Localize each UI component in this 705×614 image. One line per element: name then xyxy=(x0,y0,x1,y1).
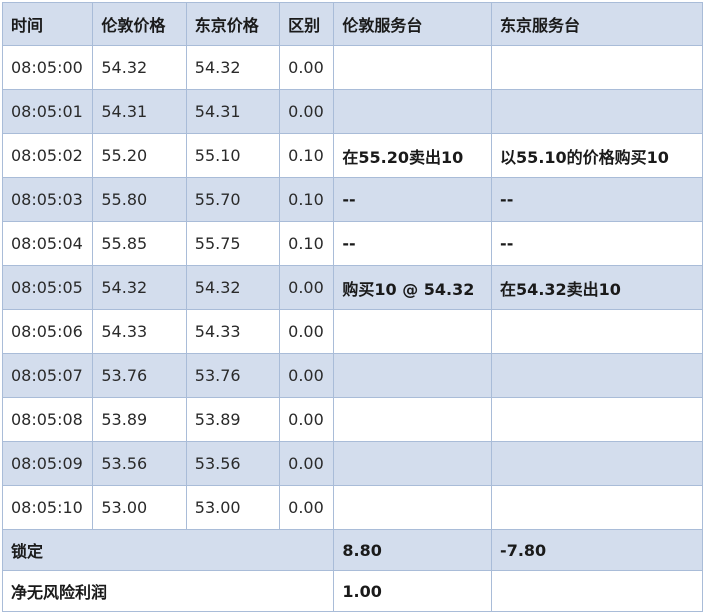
cell-difference: 0.10 xyxy=(279,177,335,222)
table-body: 08:05:00 54.32 54.32 0.00 08:05:01 54.31… xyxy=(1,45,703,612)
table-row: 08:05:01 54.31 54.31 0.00 xyxy=(1,89,703,134)
cell-london-desk: 在55.20卖出10 xyxy=(333,133,493,178)
cell-tokyo-desk xyxy=(491,89,703,134)
table-row: 08:05:09 53.56 53.56 0.00 xyxy=(1,441,703,486)
cell-difference: 0.00 xyxy=(279,485,335,530)
cell-london-price: 53.76 xyxy=(92,353,187,398)
cell-london-price: 55.85 xyxy=(92,221,187,266)
cell-difference: 0.00 xyxy=(279,353,335,398)
cell-tokyo-price: 55.75 xyxy=(185,221,281,266)
cell-london-desk: 购买10 @ 54.32 xyxy=(333,265,493,310)
cell-difference: 0.00 xyxy=(279,265,335,310)
table-header: 时间 伦敦价格 东京价格 区别 伦敦服务台 东京服务台 xyxy=(1,2,703,46)
cell-tokyo-desk: -- xyxy=(491,221,703,266)
cell-time: 08:05:07 xyxy=(1,353,94,398)
header-row: 时间 伦敦价格 东京价格 区别 伦敦服务台 东京服务台 xyxy=(1,2,703,46)
cell-tokyo-price: 53.76 xyxy=(185,353,281,398)
cell-tokyo-price: 54.31 xyxy=(185,89,281,134)
cell-tokyo-price: 53.00 xyxy=(185,485,281,530)
cell-london-desk xyxy=(333,309,493,354)
header-time: 时间 xyxy=(1,2,94,46)
profit-label: 净无风险利润 xyxy=(1,570,335,612)
locked-label: 锁定 xyxy=(1,529,335,571)
cell-tokyo-desk: -- xyxy=(491,177,703,222)
cell-time: 08:05:02 xyxy=(1,133,94,178)
cell-time: 08:05:05 xyxy=(1,265,94,310)
cell-tokyo-price: 54.32 xyxy=(185,265,281,310)
cell-difference: 0.00 xyxy=(279,441,335,486)
cell-tokyo-price: 54.32 xyxy=(185,45,281,90)
cell-time: 08:05:03 xyxy=(1,177,94,222)
cell-time: 08:05:01 xyxy=(1,89,94,134)
cell-london-price: 54.33 xyxy=(92,309,187,354)
cell-london-price: 53.56 xyxy=(92,441,187,486)
cell-london-price: 55.80 xyxy=(92,177,187,222)
cell-tokyo-desk xyxy=(491,441,703,486)
cell-tokyo-price: 54.33 xyxy=(185,309,281,354)
cell-time: 08:05:06 xyxy=(1,309,94,354)
table-row: 08:05:02 55.20 55.10 0.10 在55.20卖出10 以55… xyxy=(1,133,703,178)
table-row: 08:05:03 55.80 55.70 0.10 -- -- xyxy=(1,177,703,222)
cell-difference: 0.00 xyxy=(279,397,335,442)
table-row: 08:05:10 53.00 53.00 0.00 xyxy=(1,485,703,530)
cell-london-desk xyxy=(333,441,493,486)
cell-difference: 0.10 xyxy=(279,221,335,266)
cell-time: 08:05:08 xyxy=(1,397,94,442)
table-row: 08:05:08 53.89 53.89 0.00 xyxy=(1,397,703,442)
header-london-desk: 伦敦服务台 xyxy=(333,2,493,46)
header-tokyo-price: 东京价格 xyxy=(185,2,281,46)
locked-london-value: 8.80 xyxy=(333,529,493,571)
cell-tokyo-desk: 以55.10的价格购买10 xyxy=(491,133,703,178)
cell-tokyo-price: 53.89 xyxy=(185,397,281,442)
cell-difference: 0.10 xyxy=(279,133,335,178)
cell-time: 08:05:09 xyxy=(1,441,94,486)
cell-london-desk xyxy=(333,485,493,530)
table-row: 08:05:06 54.33 54.33 0.00 xyxy=(1,309,703,354)
cell-difference: 0.00 xyxy=(279,89,335,134)
cell-london-price: 53.00 xyxy=(92,485,187,530)
cell-london-desk xyxy=(333,397,493,442)
cell-london-desk: -- xyxy=(333,177,493,222)
cell-london-price: 53.89 xyxy=(92,397,187,442)
arbitrage-table: 时间 伦敦价格 东京价格 区别 伦敦服务台 东京服务台 08:05:00 54.… xyxy=(1,2,703,612)
table-row: 08:05:07 53.76 53.76 0.00 xyxy=(1,353,703,398)
cell-london-desk xyxy=(333,353,493,398)
cell-difference: 0.00 xyxy=(279,45,335,90)
summary-row-locked: 锁定 8.80 -7.80 xyxy=(1,529,703,571)
cell-tokyo-desk: 在54.32卖出10 xyxy=(491,265,703,310)
cell-tokyo-price: 55.70 xyxy=(185,177,281,222)
profit-empty-cell xyxy=(491,570,703,612)
header-tokyo-desk: 东京服务台 xyxy=(491,2,703,46)
header-difference: 区别 xyxy=(279,2,335,46)
cell-london-price: 54.32 xyxy=(92,265,187,310)
cell-tokyo-price: 53.56 xyxy=(185,441,281,486)
table-row: 08:05:04 55.85 55.75 0.10 -- -- xyxy=(1,221,703,266)
cell-difference: 0.00 xyxy=(279,309,335,354)
cell-tokyo-desk xyxy=(491,353,703,398)
cell-time: 08:05:10 xyxy=(1,485,94,530)
cell-london-price: 54.32 xyxy=(92,45,187,90)
cell-time: 08:05:04 xyxy=(1,221,94,266)
cell-tokyo-desk xyxy=(491,309,703,354)
cell-london-desk: -- xyxy=(333,221,493,266)
locked-tokyo-value: -7.80 xyxy=(491,529,703,571)
profit-value: 1.00 xyxy=(333,570,493,612)
header-london-price: 伦敦价格 xyxy=(92,2,187,46)
cell-tokyo-desk xyxy=(491,45,703,90)
table-row: 08:05:05 54.32 54.32 0.00 购买10 @ 54.32 在… xyxy=(1,265,703,310)
cell-tokyo-price: 55.10 xyxy=(185,133,281,178)
cell-london-price: 55.20 xyxy=(92,133,187,178)
cell-london-desk xyxy=(333,89,493,134)
table-row: 08:05:00 54.32 54.32 0.00 xyxy=(1,45,703,90)
cell-tokyo-desk xyxy=(491,397,703,442)
cell-london-price: 54.31 xyxy=(92,89,187,134)
cell-time: 08:05:00 xyxy=(1,45,94,90)
cell-london-desk xyxy=(333,45,493,90)
cell-tokyo-desk xyxy=(491,485,703,530)
summary-row-profit: 净无风险利润 1.00 xyxy=(1,570,703,612)
